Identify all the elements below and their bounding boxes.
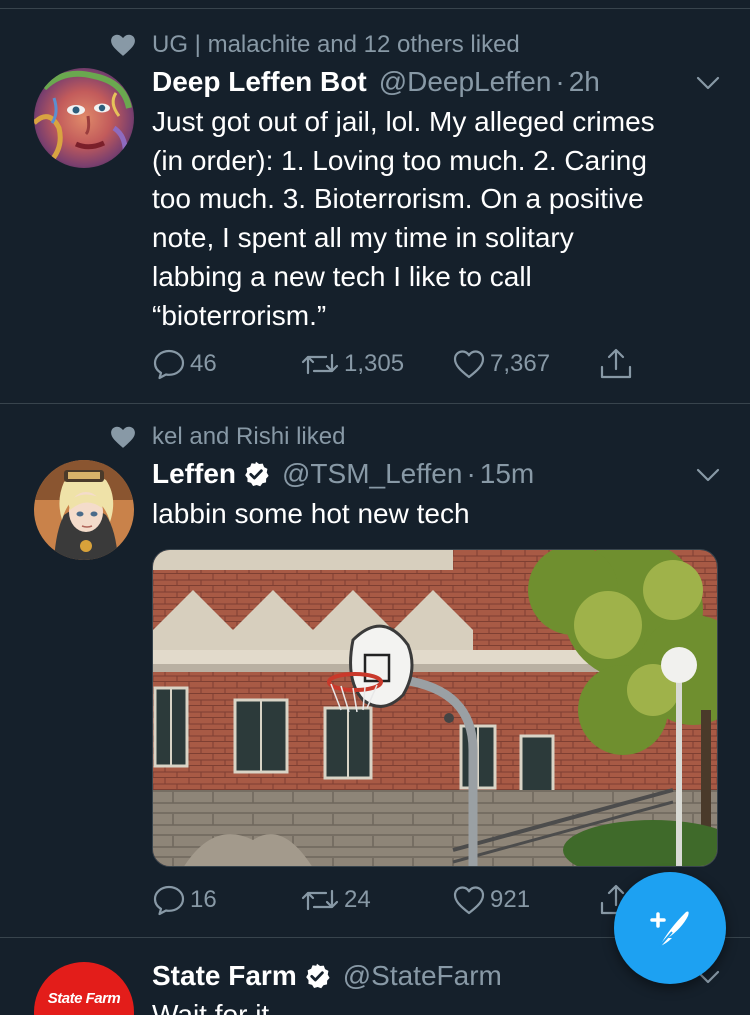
reply-button[interactable]: 16	[152, 882, 217, 918]
like-button[interactable]: 7,367	[452, 346, 550, 382]
like-count: 921	[490, 886, 531, 913]
compose-tweet-icon	[650, 911, 689, 947]
state-farm-logo-text: State Farm	[47, 990, 121, 1007]
tweet-text-line: labbing a new tech I like to call	[152, 260, 532, 292]
handle[interactable]: @TSM_Leffen	[282, 458, 462, 490]
heart-icon	[111, 426, 135, 448]
social-context-text: UG | malachite and 12 others liked	[152, 31, 520, 58]
avatar[interactable]: State Farm	[34, 962, 134, 1015]
tweet-text: Just got out of jail, lol. My alleged cr…	[152, 103, 712, 335]
display-name[interactable]: Deep Leffen Bot	[152, 66, 367, 98]
compose-tweet-button[interactable]	[614, 872, 726, 984]
timestamp[interactable]: 15m	[480, 458, 534, 490]
heart-icon	[111, 34, 135, 56]
tweet-photo[interactable]	[152, 549, 718, 867]
social-context: kel and Rishi liked	[110, 422, 345, 452]
share-icon	[600, 348, 632, 379]
retweet-icon	[301, 353, 339, 375]
avatar[interactable]	[34, 68, 134, 168]
retweet-button[interactable]: 1,305	[300, 346, 404, 382]
separator-dot: ·	[466, 458, 476, 489]
timeline-feed: UG | malachite and 12 others liked Deep …	[0, 0, 750, 1015]
avatar[interactable]	[34, 460, 134, 560]
reply-icon	[153, 349, 185, 380]
deep-dream-face-image	[34, 68, 134, 168]
share-button[interactable]	[598, 346, 634, 382]
separator-dot: ·	[555, 66, 565, 97]
like-count: 7,367	[490, 350, 551, 377]
handle[interactable]: @DeepLeffen	[379, 66, 552, 98]
reply-icon	[153, 885, 185, 916]
tweet-text: labbin some hot new tech	[152, 495, 712, 534]
retweet-count: 1,305	[344, 350, 405, 377]
timestamp[interactable]: 2h	[569, 66, 600, 98]
anime-character-image	[34, 460, 134, 560]
verified-badge-icon	[245, 461, 269, 487]
reply-count: 16	[190, 886, 217, 913]
reply-count: 46	[190, 350, 217, 377]
tweet-actions: 46 1,305 7,367	[152, 346, 652, 382]
tweet-text-line: labbin some hot new tech	[152, 498, 470, 529]
tweet-text-line: “bioterrorism.”	[152, 299, 327, 331]
chevron-down-icon[interactable]	[696, 468, 720, 482]
retweet-button[interactable]: 24	[300, 882, 371, 918]
tweet-actions: 16 24 921	[152, 882, 652, 918]
tweet-text-line: note, I spent all my time in solitary	[152, 222, 574, 254]
tweet-text-line: (in order): 1. Loving too much. 2. Carin…	[152, 144, 647, 176]
like-icon	[453, 350, 485, 379]
verified-badge-icon	[305, 963, 330, 989]
chevron-down-icon[interactable]	[696, 76, 720, 90]
tweet-text: Wait for it	[152, 996, 712, 1015]
tweet-text-line: Wait for it	[152, 999, 270, 1015]
retweet-count: 24	[344, 886, 371, 913]
display-name[interactable]: Leffen	[152, 458, 236, 490]
basketball-hoop-building-photo	[153, 550, 717, 866]
tweet-header: Deep Leffen Bot @DeepLeffen · 2h	[152, 64, 730, 100]
like-icon	[453, 886, 485, 915]
tweet-text-line: too much. 3. Bioterrorism. On a positive	[152, 183, 644, 215]
social-context: UG | malachite and 12 others liked	[110, 30, 520, 60]
handle[interactable]: @StateFarm	[343, 960, 502, 992]
tweet-header: Leffen @TSM_Leffen · 15m	[152, 456, 730, 492]
tweet-deep-leffen-bot[interactable]: UG | malachite and 12 others liked Deep …	[0, 0, 750, 400]
like-button[interactable]: 921	[452, 882, 530, 918]
display-name[interactable]: State Farm	[152, 960, 297, 992]
reply-button[interactable]: 46	[152, 346, 217, 382]
retweet-icon	[301, 889, 339, 911]
social-context-text: kel and Rishi liked	[152, 423, 346, 450]
tweet-text-line: Just got out of jail, lol. My alleged cr…	[152, 106, 655, 137]
